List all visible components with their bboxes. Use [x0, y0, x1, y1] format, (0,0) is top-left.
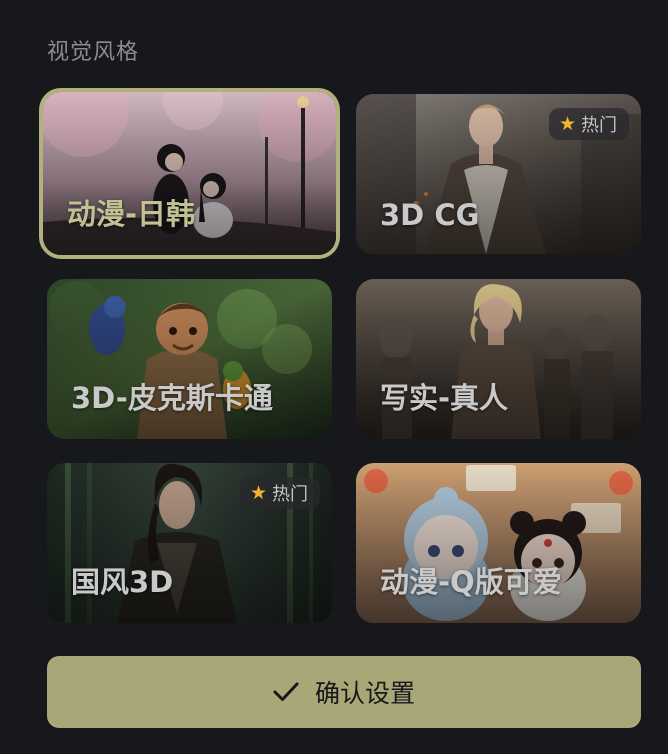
checkmark-icon — [273, 682, 299, 701]
style-label: 动漫-日韩 — [67, 197, 196, 231]
style-label: 写实-真人 — [380, 381, 509, 415]
confirm-settings-label: 确认设置 — [314, 679, 415, 708]
style-card-3d-cg[interactable]: ★ 热门 3D CG — [356, 94, 641, 254]
style-card-guofeng-3d[interactable]: ★ 热门 国风3D — [47, 463, 332, 623]
hot-badge-label: 热门 — [581, 115, 617, 136]
star-icon: ★ — [249, 481, 267, 504]
style-label: 国风3D — [71, 565, 174, 599]
style-card-anime-jp-kr[interactable]: 动漫-日韩 — [43, 92, 336, 255]
hot-badge-label: 热门 — [272, 484, 308, 505]
confirm-settings-button[interactable]: 确认设置 — [47, 656, 641, 728]
hot-badge: ★ 热门 — [548, 108, 629, 140]
style-grid: 动漫-日韩 ★ 热门 3D CG 3D-皮克斯卡通 写实-真人 ★ 热门 国风3… — [0, 0, 668, 640]
style-card-chibi-cute[interactable]: 动漫-Q版可爱 — [356, 463, 641, 623]
style-label: 3D CG — [380, 198, 480, 232]
hot-badge: ★ 热门 — [239, 477, 320, 509]
style-label: 3D-皮克斯卡通 — [71, 381, 273, 415]
style-label: 动漫-Q版可爱 — [380, 565, 562, 599]
star-icon: ★ — [558, 112, 576, 135]
visual-style-picker: 视觉风格 动漫-日韩 ★ 热门 3D CG 3D-皮克斯卡通 写实-真人 ★ 热… — [0, 0, 668, 754]
style-card-realistic-human[interactable]: 写实-真人 — [356, 279, 641, 439]
style-card-pixar-cartoon[interactable]: 3D-皮克斯卡通 — [47, 279, 332, 439]
